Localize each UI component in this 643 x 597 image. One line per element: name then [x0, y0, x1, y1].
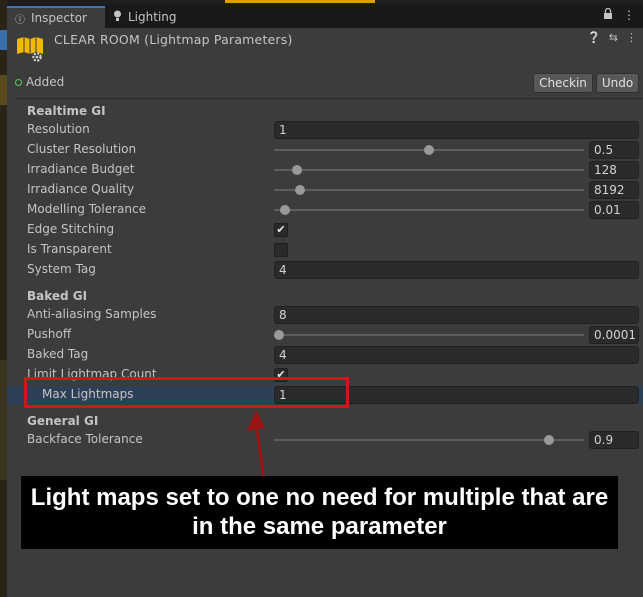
header-buttons: ❔ ⇆ ⋮: [587, 31, 637, 44]
help-icon[interactable]: ❔: [587, 31, 601, 44]
tab-bar: ⓘ Inspector Lighting ⋮: [7, 4, 643, 28]
tab-tools: ⋮: [603, 7, 635, 23]
pushoff-input[interactable]: 0.0001: [589, 326, 639, 344]
cluster-resolution-input[interactable]: 0.5: [589, 141, 639, 159]
section-title-general-gi: General GI: [27, 414, 99, 428]
field-label: Resolution: [27, 122, 90, 136]
tab-inspector[interactable]: ⓘ Inspector: [7, 6, 105, 28]
system-tag-input[interactable]: 4: [274, 261, 639, 279]
slider-thumb[interactable]: [280, 205, 290, 215]
row-irradiance-budget: Irradiance Budget 128: [7, 161, 643, 179]
row-pushoff: Pushoff 0.0001: [7, 326, 643, 344]
row-cluster-resolution: Cluster Resolution 0.5: [7, 141, 643, 159]
slider-track[interactable]: [274, 439, 584, 441]
added-status-icon: [15, 79, 22, 86]
field-label: Is Transparent: [27, 242, 112, 256]
slider-thumb[interactable]: [274, 330, 284, 340]
row-resolution: Resolution 1: [7, 121, 643, 139]
scene-edge-segment: [0, 75, 7, 105]
row-modelling-tolerance: Modelling Tolerance 0.01: [7, 201, 643, 219]
row-is-transparent: Is Transparent: [7, 241, 643, 259]
field-label: Irradiance Quality: [27, 182, 135, 196]
slider-thumb[interactable]: [295, 185, 305, 195]
is-transparent-checkbox[interactable]: [274, 243, 288, 257]
more-menu-icon[interactable]: ⋮: [626, 31, 637, 44]
tab-lighting[interactable]: Lighting: [105, 6, 195, 28]
row-backface-tolerance: Backface Tolerance 0.9: [7, 431, 643, 449]
callout-highlight-box: [24, 377, 349, 408]
lightmap-parameters-icon: [15, 34, 45, 64]
inspector-header: CLEAR ROOM (Lightmap Parameters) ❔ ⇆ ⋮: [7, 28, 643, 72]
backface-tolerance-input[interactable]: 0.9: [589, 431, 639, 449]
field-label: Backface Tolerance: [27, 432, 143, 446]
section-title-baked-gi: Baked GI: [27, 289, 88, 303]
irradiance-budget-input[interactable]: 128: [589, 161, 639, 179]
undo-button[interactable]: Undo: [596, 73, 639, 93]
tab-label: Lighting: [128, 10, 177, 24]
field-label: Anti-aliasing Samples: [27, 307, 157, 321]
field-label: System Tag: [27, 262, 96, 276]
row-irradiance-quality: Irradiance Quality 8192: [7, 181, 643, 199]
field-label: Pushoff: [27, 327, 72, 341]
bulb-icon: [113, 10, 122, 25]
edge-stitching-checkbox[interactable]: ✔: [274, 223, 288, 237]
status-label: Added: [26, 75, 65, 89]
more-menu-icon[interactable]: ⋮: [623, 8, 635, 23]
slider-thumb[interactable]: [292, 165, 302, 175]
row-anti-aliasing-samples: Anti-aliasing Samples 8: [7, 306, 643, 324]
field-label: Baked Tag: [27, 347, 89, 361]
scene-edge-segment: [0, 30, 7, 50]
row-system-tag: System Tag 4: [7, 261, 643, 279]
field-label: Modelling Tolerance: [27, 202, 146, 216]
slider-track[interactable]: [274, 169, 584, 171]
field-label: Cluster Resolution: [27, 142, 137, 156]
scene-view-edge: [0, 0, 7, 597]
checkin-button[interactable]: Checkin: [533, 73, 593, 93]
slider-track[interactable]: [274, 209, 584, 211]
divider: [17, 98, 643, 99]
version-control-row: Added Checkin Undo: [7, 72, 643, 94]
slider-track[interactable]: [274, 189, 584, 191]
object-title: CLEAR ROOM (Lightmap Parameters): [54, 32, 293, 47]
baked-tag-input[interactable]: 4: [274, 346, 639, 364]
row-edge-stitching: Edge Stitching ✔: [7, 221, 643, 239]
field-label: Edge Stitching: [27, 222, 115, 236]
irradiance-quality-input[interactable]: 8192: [589, 181, 639, 199]
slider-thumb[interactable]: [424, 145, 434, 155]
lock-icon[interactable]: [603, 7, 613, 23]
window-edge-highlight: [225, 0, 375, 3]
section-title-realtime-gi: Realtime GI: [27, 104, 106, 118]
tab-label: Inspector: [31, 11, 87, 25]
preset-icon[interactable]: ⇆: [609, 31, 618, 44]
resolution-input[interactable]: 1: [274, 121, 639, 139]
scene-edge-segment: [0, 360, 7, 480]
field-label: Irradiance Budget: [27, 162, 135, 176]
modelling-tolerance-input[interactable]: 0.01: [589, 201, 639, 219]
info-icon: ⓘ: [15, 14, 25, 26]
slider-thumb[interactable]: [544, 435, 554, 445]
annotation-note: Light maps set to one no need for multip…: [21, 476, 618, 549]
slider-track[interactable]: [274, 334, 584, 336]
anti-aliasing-samples-input[interactable]: 8: [274, 306, 639, 324]
row-baked-tag: Baked Tag 4: [7, 346, 643, 364]
